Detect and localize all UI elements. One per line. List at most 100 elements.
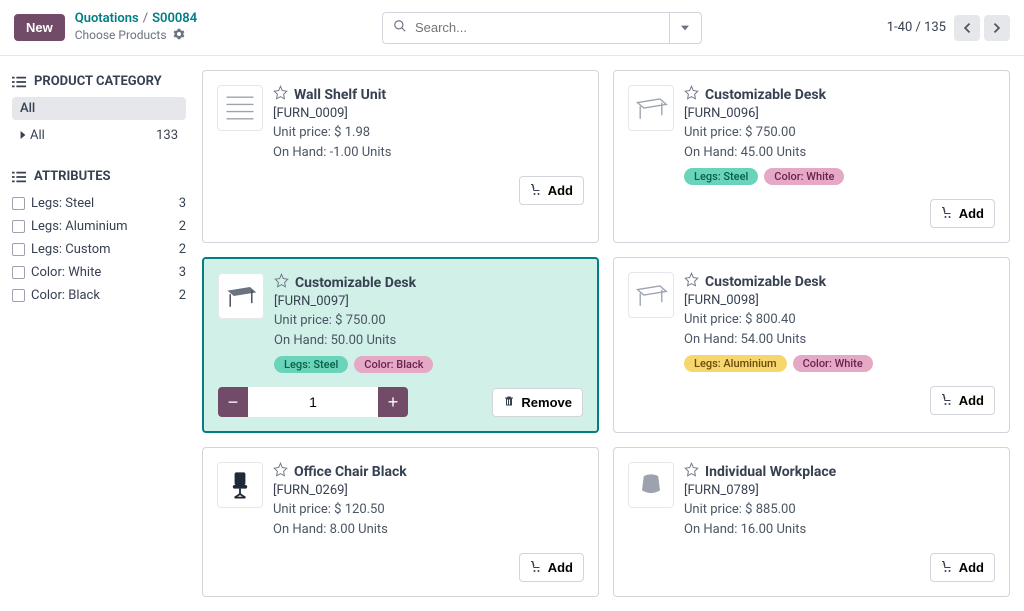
chevron-right-icon [992, 23, 1002, 33]
product-card[interactable]: Office Chair Black [FURN_0269] Unit pric… [202, 447, 599, 597]
add-button[interactable]: Add [930, 553, 995, 582]
attributes-header: ATTRIBUTES [12, 169, 186, 184]
breadcrumb-current[interactable]: S00084 [152, 11, 197, 28]
new-button[interactable]: New [14, 14, 65, 41]
product-price: Unit price: $ 800.40 [684, 310, 995, 330]
attr-label: Legs: Aluminium [31, 219, 128, 234]
list-icon [12, 171, 26, 183]
cart-icon [530, 560, 542, 575]
product-card[interactable]: Customizable Desk [FURN_0097] Unit price… [202, 257, 599, 433]
attr-row[interactable]: Legs: Custom 2 [12, 238, 186, 261]
chevron-left-icon [962, 23, 972, 33]
attribute-tag: Color: White [793, 355, 873, 372]
attr-count: 2 [179, 288, 186, 303]
attribute-tag: Legs: Steel [684, 168, 758, 185]
star-icon[interactable] [273, 462, 288, 481]
attr-label: Legs: Steel [31, 196, 94, 211]
add-button[interactable]: Add [519, 553, 584, 582]
product-price: Unit price: $ 750.00 [274, 311, 583, 331]
product-onhand: On Hand: 54.00 Units [684, 330, 995, 350]
attribute-tag: Legs: Aluminium [684, 355, 787, 372]
trash-icon [503, 395, 515, 410]
product-grid: Wall Shelf Unit [FURN_0009] Unit price: … [198, 56, 1024, 611]
category-header: PRODUCT CATEGORY [12, 74, 186, 89]
sidebar: PRODUCT CATEGORY All All 133 ATTRIBUTES … [0, 56, 198, 611]
product-price: Unit price: $ 885.00 [684, 500, 995, 520]
product-sku: [FURN_0098] [684, 293, 995, 308]
attr-count: 3 [179, 196, 186, 211]
product-onhand: On Hand: 45.00 Units [684, 143, 995, 163]
cart-icon [941, 393, 953, 408]
product-card[interactable]: Customizable Desk [FURN_0098] Unit price… [613, 257, 1010, 433]
breadcrumb-root[interactable]: Quotations [75, 11, 139, 28]
product-onhand: On Hand: 16.00 Units [684, 520, 995, 540]
product-sku: [FURN_0789] [684, 483, 995, 498]
product-price: Unit price: $ 1.98 [273, 123, 584, 143]
checkbox[interactable] [12, 197, 25, 210]
product-sku: [FURN_0009] [273, 106, 584, 121]
attribute-tag: Legs: Steel [274, 356, 348, 373]
category-all-selected[interactable]: All [12, 97, 186, 120]
qty-input[interactable] [248, 387, 378, 417]
checkbox[interactable] [12, 266, 25, 279]
attr-label: Legs: Custom [31, 242, 111, 257]
remove-button[interactable]: Remove [492, 388, 583, 417]
product-thumbnail [628, 85, 674, 131]
product-title: Customizable Desk [705, 87, 826, 103]
attr-row[interactable]: Legs: Steel 3 [12, 192, 186, 215]
search-input[interactable] [415, 20, 659, 35]
qty-decrease-button[interactable]: − [218, 387, 248, 417]
attr-label: Color: Black [31, 288, 100, 303]
category-count: 133 [156, 128, 178, 143]
cart-icon [941, 560, 953, 575]
attr-count: 2 [179, 242, 186, 257]
search-group [382, 12, 702, 44]
gear-icon[interactable] [173, 28, 185, 45]
attr-row[interactable]: Color: Black 2 [12, 284, 186, 307]
product-sku: [FURN_0096] [684, 106, 995, 121]
checkbox[interactable] [12, 220, 25, 233]
star-icon[interactable] [274, 273, 289, 292]
product-title: Customizable Desk [705, 274, 826, 290]
attr-count: 3 [179, 265, 186, 280]
product-thumbnail [628, 462, 674, 508]
product-thumbnail [628, 272, 674, 318]
star-icon[interactable] [684, 85, 699, 104]
product-price: Unit price: $ 120.50 [273, 500, 584, 520]
star-icon[interactable] [684, 272, 699, 291]
breadcrumb-separator: / [143, 11, 148, 28]
pager-prev-button[interactable] [954, 15, 980, 41]
add-button[interactable]: Add [930, 386, 995, 415]
search-dropdown-toggle[interactable] [669, 13, 701, 43]
add-button[interactable]: Add [930, 199, 995, 228]
product-card[interactable]: Wall Shelf Unit [FURN_0009] Unit price: … [202, 70, 599, 243]
page-subtitle: Choose Products [75, 28, 167, 44]
category-item-all[interactable]: All 133 [12, 124, 186, 147]
product-thumbnail [218, 273, 264, 319]
product-thumbnail [217, 85, 263, 131]
pager-text: 1-40 / 135 [887, 20, 946, 35]
product-price: Unit price: $ 750.00 [684, 123, 995, 143]
product-card[interactable]: Customizable Desk [FURN_0096] Unit price… [613, 70, 1010, 243]
product-title: Customizable Desk [295, 275, 416, 291]
checkbox[interactable] [12, 243, 25, 256]
product-card[interactable]: Individual Workplace [FURN_0789] Unit pr… [613, 447, 1010, 597]
qty-increase-button[interactable]: + [378, 387, 408, 417]
attr-row[interactable]: Color: White3 [12, 261, 186, 284]
list-icon [12, 76, 26, 88]
product-title: Office Chair Black [294, 464, 407, 480]
attr-row[interactable]: Legs: Aluminium2 [12, 215, 186, 238]
checkbox[interactable] [12, 289, 25, 302]
product-onhand: On Hand: 8.00 Units [273, 520, 584, 540]
product-thumbnail [217, 462, 263, 508]
attribute-tag: Color: Black [354, 356, 433, 373]
pager-next-button[interactable] [984, 15, 1010, 41]
star-icon[interactable] [273, 85, 288, 104]
product-sku: [FURN_0269] [273, 483, 584, 498]
product-onhand: On Hand: 50.00 Units [274, 331, 583, 351]
add-button[interactable]: Add [519, 176, 584, 205]
star-icon[interactable] [684, 462, 699, 481]
chevron-down-icon [681, 24, 689, 32]
attribute-tag: Color: White [764, 168, 844, 185]
product-onhand: On Hand: -1.00 Units [273, 143, 584, 163]
